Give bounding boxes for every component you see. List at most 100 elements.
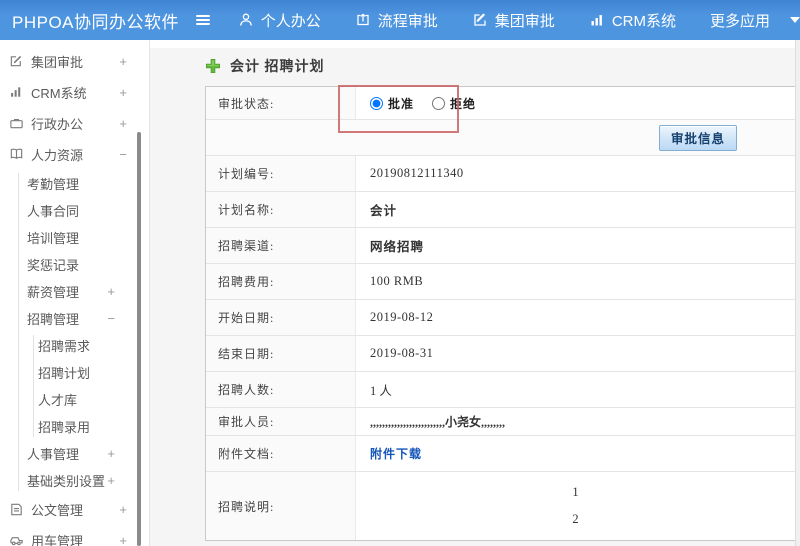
attachment-download-link[interactable]: 附件下载 — [370, 445, 422, 462]
field-label: 开始日期: — [206, 300, 356, 335]
collapse-toggle[interactable]: − — [119, 147, 127, 162]
expand-toggle[interactable]: + — [119, 116, 127, 131]
sidebar-item-documents[interactable]: 公文管理 + — [0, 494, 149, 524]
sidebar-item-recruitment[interactable]: 招聘管理 − — [0, 305, 149, 332]
expand-toggle[interactable]: + — [119, 85, 127, 100]
radio-reject-input[interactable] — [432, 96, 446, 110]
nav-more-apps[interactable]: 更多应用 — [710, 10, 770, 31]
edit-square-icon — [9, 54, 25, 69]
sidebar-item-admin-office[interactable]: 行政办公 + — [0, 108, 149, 138]
expand-toggle[interactable]: + — [119, 502, 127, 517]
field-value: 网络招聘 — [370, 240, 425, 254]
field-label: 计划编号: — [206, 156, 356, 191]
expand-toggle[interactable]: + — [119, 54, 127, 69]
topbar-nav: 个人办公 流程审批 集团审批 CRM系统 更多应用 — [238, 10, 800, 31]
radio-label: 批准 — [388, 96, 415, 111]
sidebar-item-label: 行政办公 — [31, 116, 84, 132]
sidebar-scrollbar[interactable] — [137, 132, 141, 546]
app-logo: PHPOA协同办公软件 — [12, 12, 180, 32]
nav-label: 个人办公 — [260, 12, 321, 30]
row-plan-number: 计划编号: 20190812111340 — [206, 156, 795, 192]
row-approval-action: 审批信息 — [206, 120, 795, 156]
sidebar-item-label: 培训管理 — [27, 231, 80, 246]
radio-reject[interactable]: 拒绝 — [432, 95, 476, 112]
sidebar-item-vehicle[interactable]: 用车管理 + — [0, 525, 149, 546]
row-start-date: 开始日期: 2019-08-12 — [206, 300, 795, 336]
row-recruit-channel: 招聘渠道: 网络招聘 — [206, 228, 795, 264]
content-top-strip — [150, 40, 800, 48]
radio-label: 拒绝 — [450, 96, 477, 111]
sidebar-item-group-approval[interactable]: 集团审批 + — [0, 46, 149, 76]
sidebar-item-crm[interactable]: CRM系统 + — [0, 77, 149, 107]
sidebar-item-hr[interactable]: 人力资源 − — [0, 139, 149, 169]
field-value: 20190812111340 — [370, 166, 464, 180]
car-icon — [9, 533, 25, 546]
sidebar-item-rewards[interactable]: 奖惩记录 — [0, 251, 149, 278]
bar-chart-icon — [589, 12, 605, 28]
expand-toggle[interactable]: + — [107, 446, 115, 461]
nav-flow-approval[interactable]: 流程审批 — [355, 10, 438, 31]
description-line: 2 — [572, 512, 579, 526]
expand-toggle[interactable]: + — [107, 284, 115, 299]
nav-label: CRM系统 — [611, 12, 676, 30]
sidebar-item-attendance[interactable]: 考勤管理 — [0, 170, 149, 197]
nav-group-approval[interactable]: 集团审批 — [472, 10, 555, 31]
recruit-plan-detail-table: 审批状态: 批准 拒绝 审批信息 计划编号: 20190812111340 计划… — [205, 85, 796, 541]
edit-icon — [472, 12, 488, 28]
sidebar-item-hr-contract[interactable]: 人事合同 — [0, 197, 149, 224]
sidebar-item-label: 基础类别设置 — [27, 474, 106, 489]
field-value: 2019-08-12 — [370, 310, 434, 324]
expand-toggle[interactable]: + — [119, 533, 127, 546]
field-value: 1 2 — [356, 472, 795, 540]
menu-toggle-icon[interactable] — [194, 12, 212, 28]
radio-approve-input[interactable] — [370, 96, 383, 110]
sidebar-item-personnel[interactable]: 人事管理 + — [0, 440, 149, 467]
collapse-toggle[interactable]: − — [107, 311, 115, 326]
field-label: 附件文档: — [206, 436, 356, 471]
radio-approve[interactable]: 批准 — [370, 95, 414, 112]
field-value: ,,,,,,,,,,,,,,,,,,,,,,,,,小尧女,,,,,,,, — [370, 415, 506, 429]
sidebar-item-label: CRM系统 — [31, 85, 87, 101]
sidebar: 集团审批 + CRM系统 + 行政办公 + 人力资源 − 考勤管理 人事合同 培… — [0, 40, 150, 546]
row-approvers: 审批人员: ,,,,,,,,,,,,,,,,,,,,,,,,,小尧女,,,,,,… — [206, 408, 795, 436]
sidebar-item-base-category[interactable]: 基础类别设置 + — [0, 467, 149, 494]
field-label: 审批人员: — [206, 408, 356, 435]
nav-crm-system[interactable]: CRM系统 — [589, 10, 676, 31]
sidebar-item-label: 考勤管理 — [27, 177, 80, 192]
page-scrollbar[interactable] — [795, 40, 800, 546]
sidebar-item-label: 人力资源 — [31, 147, 84, 163]
sidebar-item-talent-pool[interactable]: 人才库 — [0, 386, 149, 413]
page-title: 会计 招聘计划 — [230, 59, 325, 75]
sidebar-item-label: 集团审批 — [31, 54, 84, 70]
nav-label: 更多应用 — [709, 12, 770, 30]
book-icon — [9, 147, 25, 162]
sidebar-item-recruit-demand[interactable]: 招聘需求 — [0, 332, 149, 359]
approval-info-button[interactable]: 审批信息 — [658, 124, 737, 151]
field-value: 100 RMB — [370, 274, 424, 288]
row-end-date: 结束日期: 2019-08-31 — [206, 336, 795, 372]
field-label: 招聘费用: — [206, 264, 356, 299]
sidebar-item-training[interactable]: 培训管理 — [0, 224, 149, 251]
caret-down-icon[interactable] — [790, 17, 800, 23]
field-label: 结束日期: — [206, 336, 356, 371]
field-value: 附件下载 — [356, 436, 795, 471]
content-area: 会计 招聘计划 审批状态: 批准 拒绝 审批信息 计划编号: 201908121… — [150, 40, 800, 546]
expand-toggle[interactable]: + — [107, 473, 115, 488]
sidebar-item-label: 招聘管理 — [27, 312, 80, 327]
row-description: 招聘说明: 1 2 — [206, 472, 795, 540]
sidebar-item-label: 人事管理 — [27, 447, 80, 462]
recruitment-submenu: 招聘需求 招聘计划 人才库 招聘录用 — [0, 332, 149, 440]
row-plan-name: 计划名称: 会计 — [206, 192, 795, 228]
row-attachment: 附件文档: 附件下载 — [206, 436, 795, 472]
field-label: 招聘说明: — [206, 472, 356, 540]
field-value: 2019-08-31 — [370, 346, 434, 360]
sidebar-item-salary[interactable]: 薪资管理 + — [0, 278, 149, 305]
field-value: 会计 — [370, 204, 398, 218]
sidebar-item-recruit-plan[interactable]: 招聘计划 — [0, 359, 149, 386]
sidebar-item-recruit-hire[interactable]: 招聘录用 — [0, 413, 149, 440]
sidebar-item-label: 人事合同 — [27, 204, 80, 219]
sidebar-item-label: 人才库 — [38, 393, 78, 408]
bar-chart-icon — [9, 85, 25, 100]
sidebar-item-label: 招聘计划 — [38, 366, 91, 381]
nav-personal-office[interactable]: 个人办公 — [238, 10, 321, 31]
